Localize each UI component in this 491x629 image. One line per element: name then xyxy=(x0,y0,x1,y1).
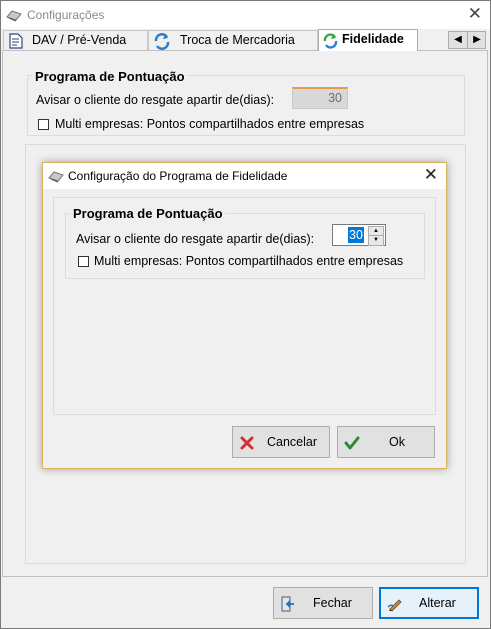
tab-scroll-left-icon[interactable]: ◀ xyxy=(449,32,467,48)
tab-scroll-buttons: ◀ ▶ xyxy=(448,31,486,49)
refresh-icon xyxy=(323,33,338,49)
exchange-icon xyxy=(154,33,170,50)
stepper-down-icon[interactable]: ▼ xyxy=(368,235,384,246)
ok-button-label: Ok xyxy=(389,435,405,449)
app-icon xyxy=(6,10,22,22)
dialog-days-label: Avisar o cliente do resgate apartir de(d… xyxy=(76,232,315,246)
window-title: Configurações xyxy=(27,8,105,22)
exit-door-icon xyxy=(281,596,294,612)
dialog-days-stepper[interactable]: 30 ▲ ▼ xyxy=(332,224,386,246)
cancel-button[interactable]: Cancelar xyxy=(232,426,330,458)
main-days-input[interactable]: 30 xyxy=(292,87,348,109)
dialog-group-pontuacao xyxy=(65,213,425,279)
ok-button[interactable]: Ok xyxy=(337,426,435,458)
dialog-titlebar: Configuração do Programa de Fidelidade ✕ xyxy=(43,163,446,189)
tab-fidelidade[interactable]: Fidelidade xyxy=(318,29,418,51)
tab-fidelidade-label: Fidelidade xyxy=(342,32,404,46)
tab-strip: DAV / Pré-Venda Troca de Mercadoria Fide… xyxy=(1,29,490,51)
main-days-label: Avisar o cliente do resgate apartir de(d… xyxy=(36,93,275,107)
close-button-label: Fechar xyxy=(313,596,352,610)
dialog-multi-label: Multi empresas: Pontos compartilhados en… xyxy=(94,254,404,268)
alter-button[interactable]: Alterar xyxy=(379,587,479,619)
alter-button-label: Alterar xyxy=(419,596,456,610)
checkmark-icon xyxy=(344,436,360,450)
dialog-close-icon[interactable]: ✕ xyxy=(424,165,438,185)
tab-scroll-right-icon[interactable]: ▶ xyxy=(467,32,486,48)
close-button[interactable]: Fechar xyxy=(273,587,373,619)
tab-troca-label: Troca de Mercadoria xyxy=(180,33,295,47)
dialog-title: Configuração do Programa de Fidelidade xyxy=(68,169,288,183)
dialog-app-icon xyxy=(48,171,64,183)
dialog-group-title: Programa de Pontuação xyxy=(71,206,225,221)
main-group-title: Programa de Pontuação xyxy=(33,69,187,84)
fidelity-config-dialog: Configuração do Programa de Fidelidade ✕… xyxy=(42,162,447,469)
tab-dav-label: DAV / Pré-Venda xyxy=(32,33,127,47)
dialog-multi-checkbox[interactable] xyxy=(78,256,89,267)
window-titlebar: Configurações ✕ xyxy=(1,1,490,29)
pencil-edit-icon xyxy=(387,599,402,612)
document-icon xyxy=(9,33,23,49)
main-multi-checkbox[interactable] xyxy=(38,119,49,130)
main-multi-label: Multi empresas: Pontos compartilhados en… xyxy=(55,117,365,131)
cancel-button-label: Cancelar xyxy=(267,435,318,449)
tab-troca[interactable]: Troca de Mercadoria xyxy=(148,30,318,50)
window-close-icon[interactable]: ✕ xyxy=(468,5,482,23)
dialog-days-input[interactable]: 30 xyxy=(348,227,364,243)
tab-dav[interactable]: DAV / Pré-Venda xyxy=(3,30,148,50)
cancel-x-icon xyxy=(240,436,254,450)
